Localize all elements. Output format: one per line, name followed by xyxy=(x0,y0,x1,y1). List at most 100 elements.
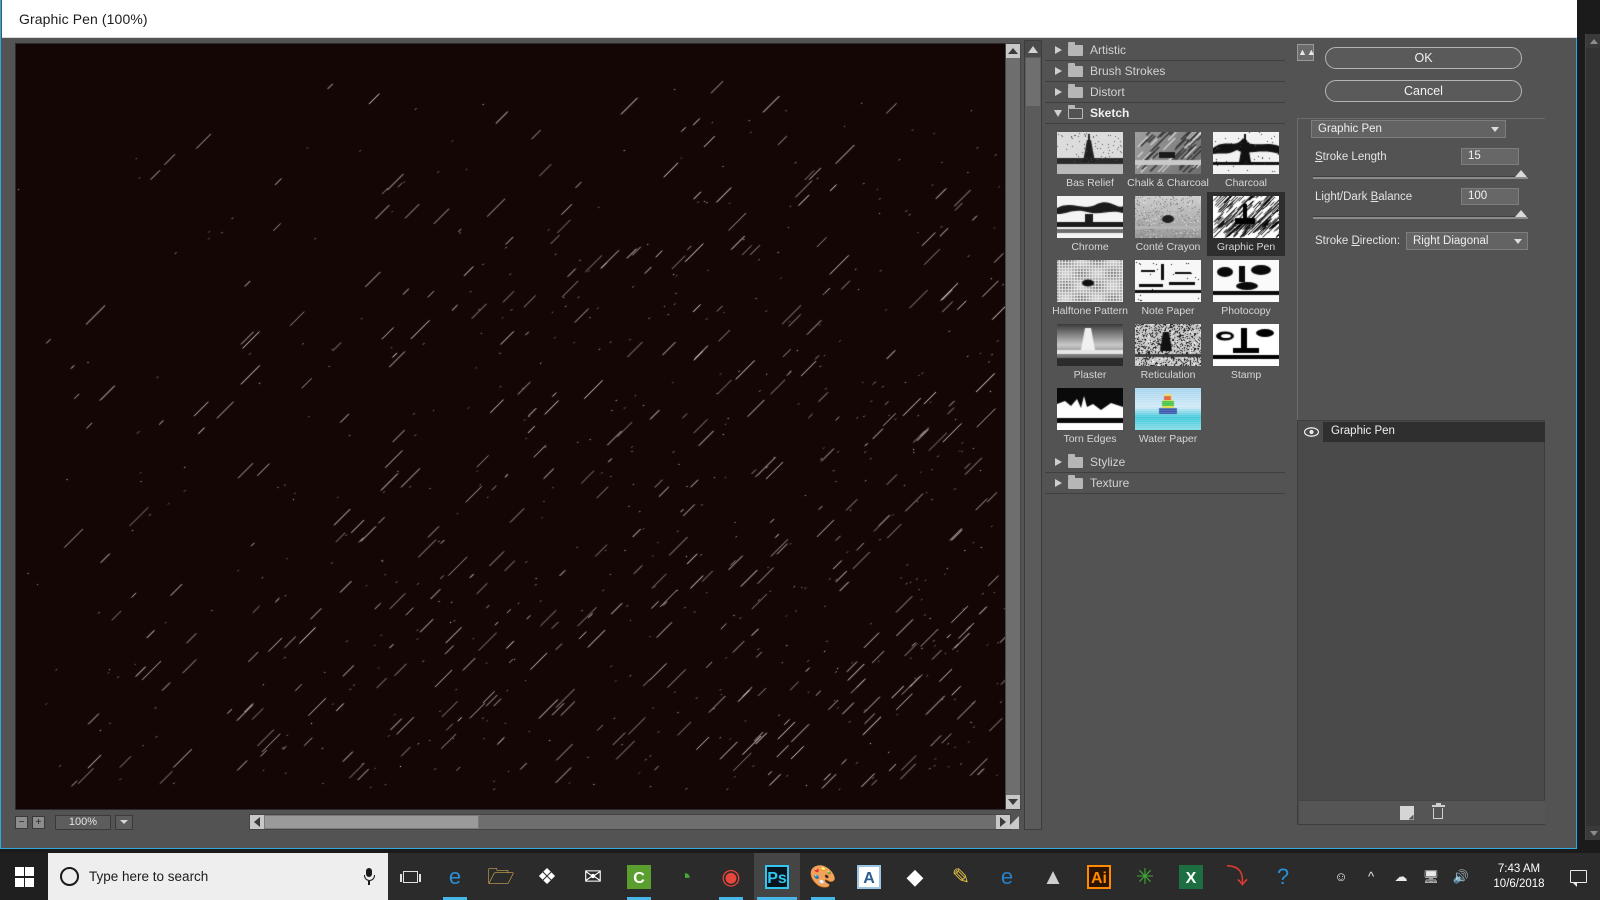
light-dark-balance-value[interactable]: 100 xyxy=(1461,188,1519,205)
filter-thumbnail-note-paper[interactable]: Note Paper xyxy=(1129,256,1207,320)
chevron-down-icon xyxy=(1514,238,1522,244)
ok-button[interactable]: OK xyxy=(1325,47,1522,69)
filter-category-distort[interactable]: Distort xyxy=(1045,82,1285,103)
scroll-up-button[interactable] xyxy=(1006,44,1020,58)
taskbar-app-dropbox[interactable]: ❖ xyxy=(524,853,570,900)
scroll-left-button[interactable] xyxy=(250,815,264,829)
filter-thumbnail-label: Plaster xyxy=(1073,369,1107,381)
filter-thumbnail-stamp[interactable]: Stamp xyxy=(1207,320,1285,384)
preview-horizontal-scrollbar[interactable] xyxy=(249,814,1011,830)
stroke-direction-dropdown[interactable]: Right Diagonal xyxy=(1406,232,1528,250)
filter-thumbnail-charcoal[interactable]: Charcoal xyxy=(1207,128,1285,192)
filter-thumbnail-label: Bas Relief xyxy=(1066,177,1114,189)
filter-thumbnail-reticulation[interactable]: Reticulation xyxy=(1129,320,1207,384)
taskbar-app-internet-explorer[interactable]: e xyxy=(984,853,1030,900)
app-scroll-down-button[interactable] xyxy=(1586,826,1600,840)
zoom-out-button[interactable]: − xyxy=(15,815,28,829)
filter-thumbnail-conte-crayon[interactable]: Conté Crayon xyxy=(1129,192,1207,256)
filter-preview-image xyxy=(1213,324,1279,366)
volume-icon[interactable]: 🔊 xyxy=(1446,853,1476,900)
visibility-eye-icon[interactable] xyxy=(1299,422,1323,442)
chevron-right-icon xyxy=(1053,46,1063,54)
folder-icon xyxy=(1068,41,1083,56)
start-button[interactable] xyxy=(0,853,48,900)
taskbar-app-corel-draw[interactable]: ✳ xyxy=(1122,853,1168,900)
filter-category-brush-strokes[interactable]: Brush Strokes xyxy=(1045,61,1285,82)
taskbar-app-internet-download-manager[interactable]: ◔ xyxy=(662,853,708,900)
show-hidden-icons-icon[interactable]: ^ xyxy=(1356,853,1386,900)
filter-list-scroll-up-button[interactable] xyxy=(1025,41,1041,57)
onedrive-icon[interactable]: ☁ xyxy=(1386,853,1416,900)
filter-preview-image xyxy=(1057,260,1123,302)
effect-layers-panel: Graphic Pen xyxy=(1297,420,1545,825)
zoom-controls: − + 100% xyxy=(15,814,245,830)
effect-layer-name[interactable]: Graphic Pen xyxy=(1323,422,1545,442)
application-vertical-scrollbar[interactable] xyxy=(1585,34,1600,840)
stroke-length-slider[interactable] xyxy=(1313,176,1528,179)
filter-thumbnail-water-paper[interactable]: Water Paper xyxy=(1129,384,1207,448)
taskbar-search-box[interactable]: Type here to search xyxy=(48,853,388,900)
network-icon[interactable]: 🖥 xyxy=(1416,853,1446,900)
taskbar-app-microsoft-excel[interactable]: X xyxy=(1168,853,1214,900)
filter-thumbnail-graphic-pen[interactable]: Graphic Pen xyxy=(1207,192,1285,256)
filter-thumbnail-torn-edges[interactable]: Torn Edges xyxy=(1051,384,1129,448)
filter-category-stylize[interactable]: Stylize xyxy=(1045,452,1285,473)
scroll-down-button[interactable] xyxy=(1006,795,1020,809)
delete-effect-layer-icon[interactable] xyxy=(1431,803,1445,820)
app-scroll-up-button[interactable] xyxy=(1586,34,1600,48)
taskbar-app-media-player[interactable]: ◆ xyxy=(892,853,938,900)
filter-thumbnail-plaster[interactable]: Plaster xyxy=(1051,320,1129,384)
taskbar-app-inkscape[interactable]: ▲ xyxy=(1030,853,1076,900)
window-titlebar[interactable]: Graphic Pen (100%) xyxy=(2,0,1577,38)
filter-thumbnail-chalk-charcoal[interactable]: Chalk & Charcoal xyxy=(1127,128,1209,192)
taskbar-app-google-chrome[interactable]: ◉ xyxy=(708,853,754,900)
filter-gallery-window: Graphic Pen (100%) − + 100% Artistic Bru… xyxy=(0,0,1600,849)
filter-thumbnail-photocopy[interactable]: Photocopy xyxy=(1207,256,1285,320)
preview-vertical-scrollbar[interactable] xyxy=(1005,43,1021,810)
taskbar-app-help-support[interactable]: ? xyxy=(1260,853,1306,900)
preview-canvas-frame[interactable] xyxy=(15,43,1010,810)
taskbar-app-file-explorer[interactable]: 🗁 xyxy=(478,853,524,900)
collapse-panel-button[interactable]: ▲▲ xyxy=(1297,44,1316,61)
stroke-direction-label: Stroke Direction: xyxy=(1315,235,1401,247)
microphone-icon[interactable] xyxy=(362,867,376,887)
desktop: Graphic Pen (100%) − + 100% Artistic Bru… xyxy=(0,0,1600,900)
filter-category-sketch[interactable]: Sketch xyxy=(1045,103,1285,124)
zoom-level-value[interactable]: 100% xyxy=(55,814,111,830)
taskbar-app-paint[interactable]: 🎨 xyxy=(800,853,846,900)
filter-list-scroll-thumb[interactable] xyxy=(1026,58,1040,106)
task-view-button[interactable] xyxy=(388,853,432,900)
horizontal-scroll-thumb[interactable] xyxy=(264,815,479,829)
taskbar-app-microsoft-edge[interactable]: e xyxy=(432,853,478,900)
taskbar-app-picture-manager[interactable]: ✎ xyxy=(938,853,984,900)
light-dark-balance-slider-knob[interactable] xyxy=(1515,210,1527,217)
filter-thumbnail-bas-relief[interactable]: Bas Relief xyxy=(1051,128,1129,192)
notification-icon xyxy=(1569,870,1587,887)
zoom-dropdown-button[interactable] xyxy=(115,814,133,830)
filter-list-scrollbar[interactable] xyxy=(1024,40,1042,830)
filter-category-texture[interactable]: Texture xyxy=(1045,473,1285,494)
resize-grip[interactable] xyxy=(1006,816,1019,829)
filter-thumbnail-chrome[interactable]: Chrome xyxy=(1051,192,1129,256)
filter-name-dropdown[interactable]: Graphic Pen xyxy=(1311,120,1506,138)
action-center-button[interactable] xyxy=(1562,853,1594,900)
stroke-length-value[interactable]: 15 xyxy=(1461,148,1519,165)
filter-thumbnail-label: Water Paper xyxy=(1138,433,1198,445)
zoom-in-button[interactable]: + xyxy=(32,815,45,829)
filter-thumbnail-halftone[interactable]: Halftone Pattern xyxy=(1051,256,1129,320)
people-icon[interactable]: ☺ xyxy=(1326,853,1356,900)
filter-category-artistic[interactable]: Artistic xyxy=(1045,40,1285,61)
stroke-length-slider-knob[interactable] xyxy=(1515,170,1527,177)
taskbar-app-camtasia[interactable]: C xyxy=(616,853,662,900)
new-effect-layer-icon[interactable] xyxy=(1399,805,1414,820)
taskbar-app-adobe-illustrator[interactable]: Ai xyxy=(1076,853,1122,900)
clock[interactable]: 7:43 AM 10/6/2018 xyxy=(1476,853,1562,900)
taskbar-app-wordpad[interactable]: A xyxy=(846,853,892,900)
preview-image[interactable] xyxy=(16,44,1009,809)
taskbar-app-mail[interactable]: ✉ xyxy=(570,853,616,900)
cancel-button[interactable]: Cancel xyxy=(1325,80,1522,102)
effect-layer-row[interactable]: Graphic Pen xyxy=(1299,422,1545,442)
light-dark-balance-slider[interactable] xyxy=(1313,216,1528,219)
taskbar-app-adobe-photoshop[interactable]: Ps xyxy=(754,853,800,900)
taskbar-app-adobe-acrobat[interactable]: ⤵ xyxy=(1214,853,1260,900)
